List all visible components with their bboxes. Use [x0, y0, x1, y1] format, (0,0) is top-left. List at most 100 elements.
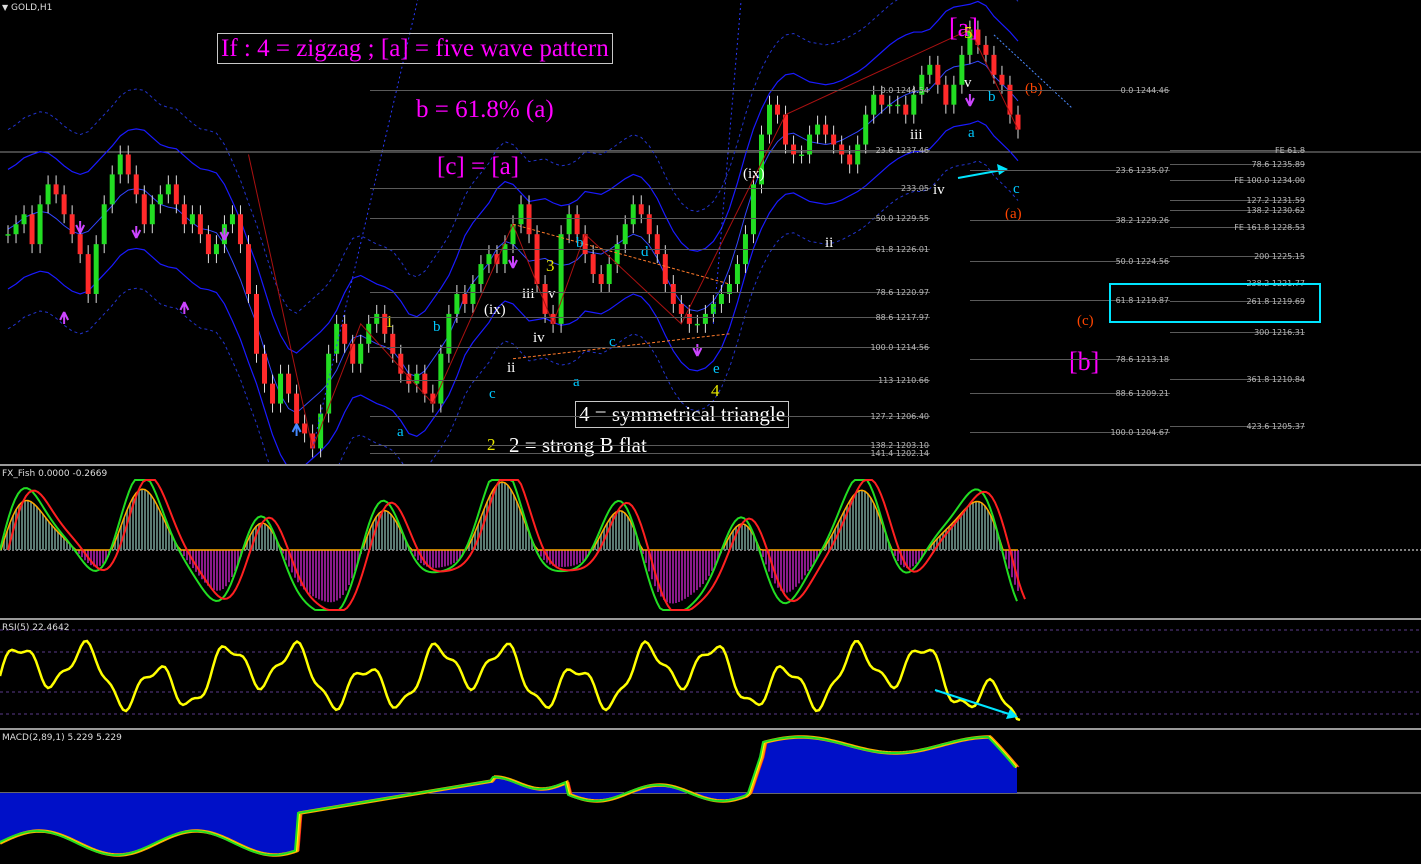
- candle-body: [767, 104, 773, 135]
- wave-label: b: [433, 319, 441, 335]
- candle-body: [654, 234, 660, 255]
- fish-bar-negative: [795, 550, 797, 587]
- fish-bar-negative: [579, 550, 581, 563]
- fib-far-level-text: 423.6 1205.37: [1246, 422, 1305, 431]
- candle-body: [422, 373, 428, 394]
- candle-body: [253, 293, 259, 354]
- candle-body: [662, 254, 668, 285]
- fx-fish-title: FX_Fish 0.0000 -0.2669: [2, 469, 108, 479]
- fish-bar-negative: [333, 550, 335, 602]
- fish-bar-positive: [384, 510, 386, 550]
- fish-bar-positive: [744, 524, 746, 550]
- main-chart-pane[interactable]: ▼ GOLD,H1 If : 4 = zigzag ; [a] = five w…: [0, 0, 1421, 464]
- fish-bar-positive: [855, 492, 857, 550]
- wave-label: d: [641, 244, 649, 260]
- candle-body: [935, 64, 941, 85]
- fish-bar-positive: [960, 513, 962, 550]
- candle-body: [638, 204, 644, 215]
- fish-bar-negative: [561, 550, 563, 567]
- fib-left-level-text: 113 1210.66: [878, 376, 929, 385]
- fib-far-level-text: 138.2 1230.62: [1246, 206, 1305, 215]
- fish-bar-negative: [792, 550, 794, 590]
- candle-body: [109, 174, 115, 205]
- candle-body: [478, 264, 484, 285]
- fish-bar-positive: [624, 513, 626, 550]
- fish-bar-negative: [810, 550, 812, 567]
- fish-bar-negative: [699, 550, 701, 588]
- wave-label: c: [489, 386, 496, 402]
- fish-bar-positive: [138, 490, 140, 550]
- fish-bar-positive: [21, 502, 23, 550]
- fish-bar-positive: [147, 491, 149, 550]
- candle-body: [374, 313, 380, 324]
- fish-bar-positive: [390, 514, 392, 550]
- fish-bar-negative: [786, 550, 788, 593]
- rsi-pane[interactable]: RSI(5) 22.4642: [0, 620, 1421, 728]
- candle-body: [173, 184, 179, 205]
- fish-bar-positive: [159, 511, 161, 550]
- candle-body: [558, 234, 564, 324]
- candle-body: [366, 323, 372, 344]
- wave-label: (c): [1077, 313, 1094, 329]
- candle-body: [927, 64, 933, 75]
- fib-far-level-text: 361.8 1210.84: [1246, 375, 1305, 384]
- fib-mid-level-text: 0.0 1244.46: [1120, 86, 1169, 95]
- fish-bar-negative: [897, 550, 899, 562]
- candle-body: [358, 343, 364, 364]
- fish-bar-positive: [750, 530, 752, 550]
- fish-bar-negative: [912, 550, 914, 567]
- candle-body: [245, 244, 251, 294]
- fib-mid-level-text: 23.6 1235.07: [1115, 166, 1169, 175]
- candle-body: [775, 104, 781, 115]
- candle-body: [189, 214, 195, 225]
- candle-body: [45, 184, 51, 205]
- fish-bar-negative: [432, 550, 434, 568]
- candle-body: [229, 214, 235, 225]
- candle-body: [85, 254, 91, 294]
- macd-pane[interactable]: MACD(2,89,1) 5.229 5.229: [0, 730, 1421, 864]
- fish-bar-negative: [678, 550, 680, 602]
- fish-bar-negative: [315, 550, 317, 598]
- candle-body: [149, 204, 155, 225]
- fib-left-level-text: 100.0 1214.56: [870, 343, 929, 352]
- fish-bar-positive: [264, 523, 266, 550]
- fish-bar-negative: [708, 550, 710, 576]
- macd-plot: [0, 735, 1421, 857]
- fib-far-level-text: 127.2 1231.59: [1246, 196, 1305, 205]
- candle-body: [991, 54, 997, 75]
- fish-bar-negative: [228, 550, 230, 583]
- candle-body: [823, 124, 829, 135]
- projection-line: [712, 0, 742, 324]
- fish-bar-negative: [801, 550, 803, 580]
- fish-bar-negative: [330, 550, 332, 603]
- fish-bar-negative: [765, 550, 767, 565]
- candle-body: [799, 154, 805, 156]
- fx-fish-pane[interactable]: FX_Fish 0.0000 -0.2669: [0, 466, 1421, 618]
- candle-body: [734, 264, 740, 285]
- fib-mid-level-text: 100.0 1204.67: [1110, 428, 1169, 437]
- fib-left-level-line: [370, 90, 930, 91]
- fish-bar-negative: [99, 550, 101, 566]
- candle-body: [262, 353, 268, 384]
- candle-body: [165, 184, 171, 195]
- candle-body: [887, 104, 893, 107]
- fish-bar-positive: [501, 482, 503, 550]
- candle-body: [454, 293, 460, 314]
- fib-left-level-line: [370, 445, 930, 446]
- fish-bar-positive: [135, 493, 137, 550]
- fish-bar-negative: [573, 550, 575, 566]
- fish-bar-positive: [621, 511, 623, 550]
- wave-label: 5: [964, 23, 973, 42]
- fish-bar-negative: [663, 550, 665, 600]
- fish-bar-positive: [966, 507, 968, 550]
- fish-bar-positive: [519, 509, 521, 550]
- candle-body: [694, 323, 700, 326]
- fish-bar-positive: [972, 502, 974, 550]
- fish-bar-negative: [693, 550, 695, 593]
- chart-menu-icon[interactable]: ▼: [2, 3, 8, 12]
- fish-bar-negative: [669, 550, 671, 604]
- fish-bar-positive: [942, 532, 944, 550]
- fish-bar-positive: [495, 485, 497, 550]
- symbol-timeframe: GOLD,H1: [11, 3, 53, 13]
- fx-fish-plot: [0, 479, 1421, 611]
